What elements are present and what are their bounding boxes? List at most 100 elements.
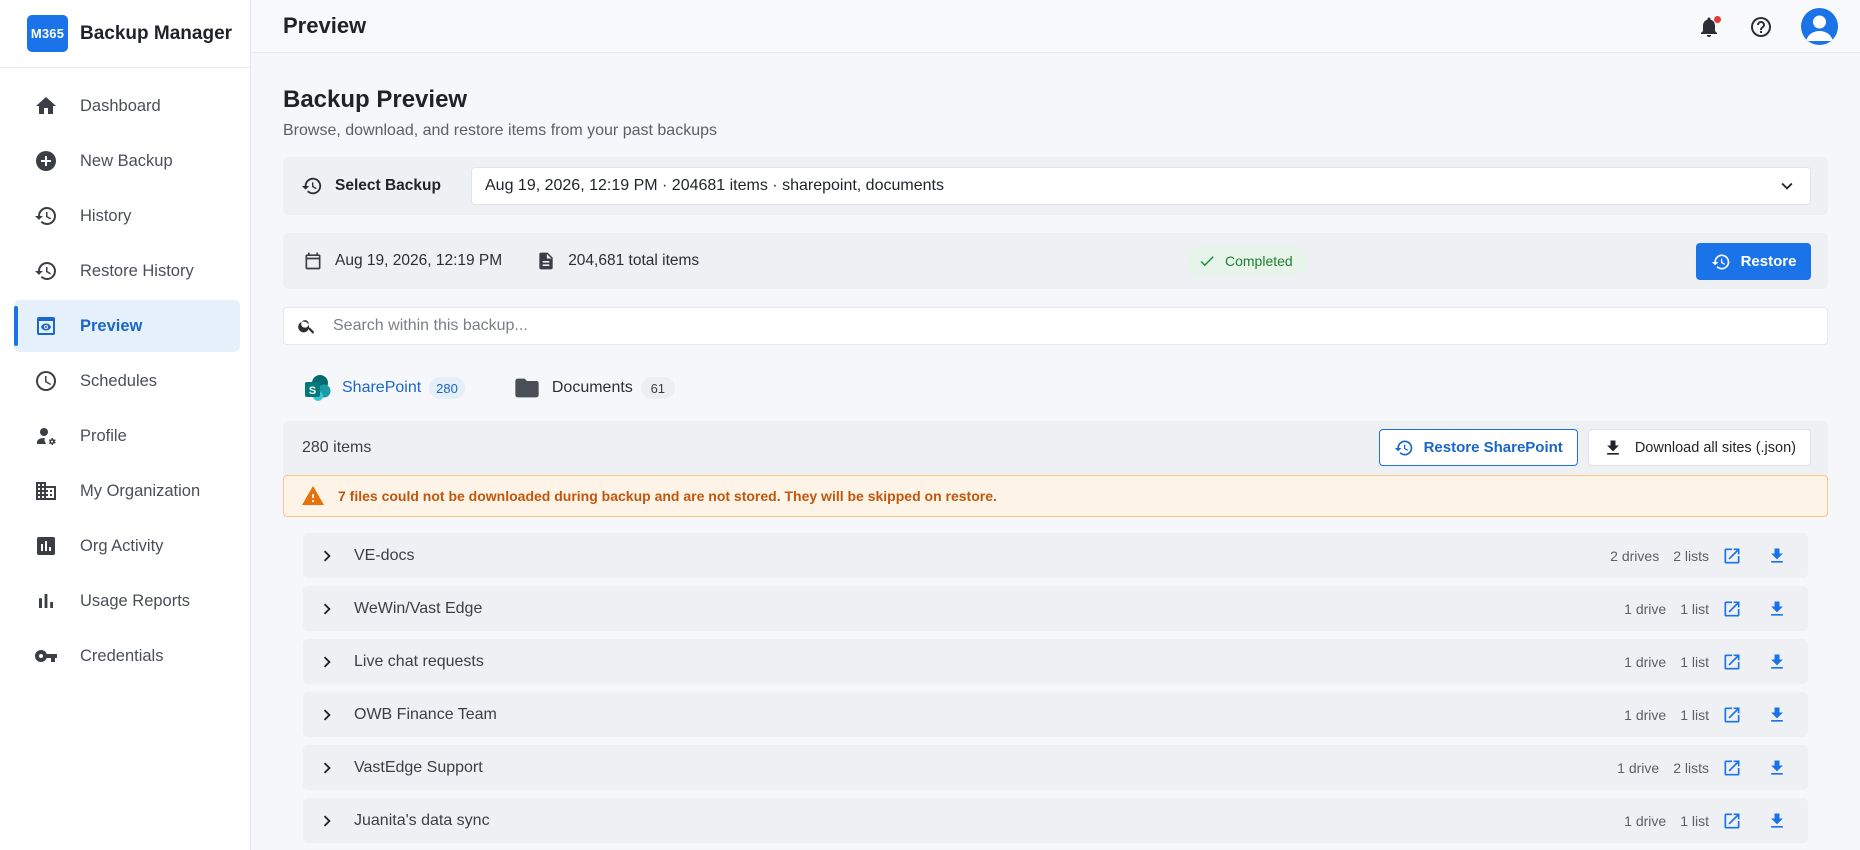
- sidebar-item-label: Usage Reports: [80, 591, 191, 610]
- restore-icon: [1394, 438, 1414, 458]
- list-toolbar: 280 items Restore SharePoint Download al…: [283, 421, 1828, 475]
- status-badge: Completed: [1186, 246, 1307, 276]
- sidebar-item-preview[interactable]: Preview: [14, 300, 240, 352]
- site-drives: 2 drives: [1610, 547, 1660, 564]
- brand[interactable]: M365 Backup Manager: [0, 0, 250, 68]
- sidebar-item-my-organization[interactable]: My Organization: [14, 465, 240, 517]
- restore-sharepoint-label: Restore SharePoint: [1423, 439, 1563, 456]
- bell-icon[interactable]: [1697, 15, 1721, 39]
- site-name: Juanita's data sync: [354, 811, 490, 829]
- open-external-icon[interactable]: [1722, 546, 1742, 566]
- tab-documents[interactable]: Documents 61: [513, 374, 675, 402]
- avatar[interactable]: [1801, 8, 1838, 45]
- notification-dot: [1714, 15, 1721, 23]
- backup-info-bar: Aug 19, 2026, 12:19 PM 204,681 total ite…: [283, 233, 1828, 289]
- select-backup-label: Select Backup: [301, 175, 471, 197]
- site-lists: 1 list: [1680, 653, 1709, 670]
- content-tabs: S SharePoint 280 Documents 61: [283, 371, 1828, 405]
- sidebar-item-label: Credentials: [80, 646, 164, 665]
- sidebar-item-usage-reports[interactable]: Usage Reports: [14, 575, 240, 627]
- restore-button[interactable]: Restore: [1696, 243, 1811, 280]
- chevron-right-icon[interactable]: [316, 704, 338, 726]
- sidebar-item-label: Profile: [80, 426, 127, 445]
- backup-date: Aug 19, 2026, 12:19 PM: [303, 251, 502, 271]
- chevron-right-icon[interactable]: [316, 651, 338, 673]
- site-lists: 1 list: [1680, 812, 1709, 829]
- sidebar-item-label: My Organization: [80, 481, 201, 500]
- building-icon: [34, 479, 58, 503]
- download-all-label: Download all sites (.json): [1634, 439, 1796, 456]
- tab-label: SharePoint: [342, 379, 422, 396]
- warning-icon: [301, 484, 325, 508]
- site-lists: 1 list: [1680, 600, 1709, 617]
- status-text: Completed: [1225, 253, 1293, 269]
- site-row[interactable]: Live chat requests 1 drive 1 list: [303, 639, 1808, 684]
- site-row[interactable]: Juanita's data sync 1 drive 1 list: [303, 798, 1808, 843]
- bar-chart-icon: [34, 589, 58, 613]
- sidebar-item-credentials[interactable]: Credentials: [14, 630, 240, 682]
- chevron-right-icon[interactable]: [316, 545, 338, 567]
- open-external-icon[interactable]: [1722, 599, 1742, 619]
- sidebar-item-org-activity[interactable]: Org Activity: [14, 520, 240, 572]
- open-external-icon[interactable]: [1722, 811, 1742, 831]
- open-external-icon[interactable]: [1722, 705, 1742, 725]
- chevron-right-icon[interactable]: [316, 598, 338, 620]
- site-drives: 1 drive: [1624, 706, 1667, 723]
- download-icon[interactable]: [1767, 546, 1787, 566]
- page-subtitle: Browse, download, and restore items from…: [283, 122, 717, 139]
- sharepoint-icon: S: [303, 374, 331, 402]
- tab-count-badge: 280: [429, 377, 465, 399]
- site-name: Live chat requests: [354, 652, 484, 670]
- folder-icon: [513, 374, 541, 402]
- add-circle-icon: [34, 149, 58, 173]
- sidebar-item-label: Dashboard: [80, 96, 161, 115]
- chevron-right-icon[interactable]: [316, 810, 338, 832]
- search-icon: [297, 316, 317, 336]
- sidebar-item-restore-history[interactable]: Restore History: [14, 245, 240, 297]
- header-actions: [1669, 0, 1838, 53]
- sidebar-item-schedules[interactable]: Schedules: [14, 355, 240, 407]
- open-external-icon[interactable]: [1722, 652, 1742, 672]
- warning-banner: 7 files could not be downloaded during b…: [283, 475, 1828, 517]
- warning-text: 7 files could not be downloaded during b…: [338, 488, 997, 504]
- sidebar-item-label: Preview: [80, 316, 143, 335]
- download-icon[interactable]: [1767, 705, 1787, 725]
- backup-total-items: 204,681 total items: [536, 251, 699, 271]
- sidebar-item-label: Schedules: [80, 371, 158, 390]
- tab-label: Documents: [551, 379, 633, 396]
- sidebar-nav: Dashboard New Backup History Restore His…: [0, 68, 250, 682]
- restore-history-icon: [34, 259, 58, 283]
- help-icon[interactable]: [1749, 15, 1773, 39]
- open-external-icon[interactable]: [1722, 758, 1742, 778]
- sidebar-item-new-backup[interactable]: New Backup: [14, 135, 240, 187]
- download-icon[interactable]: [1767, 758, 1787, 778]
- site-row[interactable]: VastEdge Support 1 drive 2 lists: [303, 745, 1808, 790]
- history-icon: [301, 175, 323, 197]
- backup-select[interactable]: Aug 19, 2026, 12:19 PM · 204681 items · …: [471, 167, 1811, 205]
- site-name: VastEdge Support: [354, 758, 483, 776]
- download-icon[interactable]: [1767, 652, 1787, 672]
- sidebar-item-profile[interactable]: Profile: [14, 410, 240, 462]
- site-row[interactable]: VE-docs 2 drives 2 lists: [303, 533, 1808, 578]
- sidebar: M365 Backup Manager Dashboard New Backup…: [0, 0, 251, 850]
- download-all-sites-button[interactable]: Download all sites (.json): [1587, 429, 1811, 466]
- chevron-right-icon[interactable]: [316, 757, 338, 779]
- search-input[interactable]: [333, 317, 1827, 335]
- site-drives: 1 drive: [1617, 759, 1660, 776]
- download-icon[interactable]: [1767, 599, 1787, 619]
- restore-sharepoint-button[interactable]: Restore SharePoint: [1378, 429, 1578, 466]
- backup-total-items-text: 204,681 total items: [568, 252, 700, 269]
- sidebar-item-history[interactable]: History: [14, 190, 240, 242]
- site-row[interactable]: OWB Finance Team 1 drive 1 list: [303, 692, 1808, 737]
- brand-name: Backup Manager: [80, 22, 233, 44]
- site-row[interactable]: WeWin/Vast Edge 1 drive 1 list: [303, 586, 1808, 631]
- site-name: VE-docs: [354, 546, 415, 564]
- home-icon: [34, 94, 58, 118]
- sidebar-item-dashboard[interactable]: Dashboard: [14, 80, 240, 132]
- select-backup-label-text: Select Backup: [335, 177, 441, 194]
- tab-sharepoint[interactable]: S SharePoint 280: [303, 374, 465, 402]
- backup-select-value: Aug 19, 2026, 12:19 PM · 204681 items · …: [485, 177, 944, 194]
- download-icon[interactable]: [1767, 811, 1787, 831]
- activity-chart-icon: [34, 534, 58, 558]
- site-meta: 1 drive 1 list: [1624, 813, 1709, 829]
